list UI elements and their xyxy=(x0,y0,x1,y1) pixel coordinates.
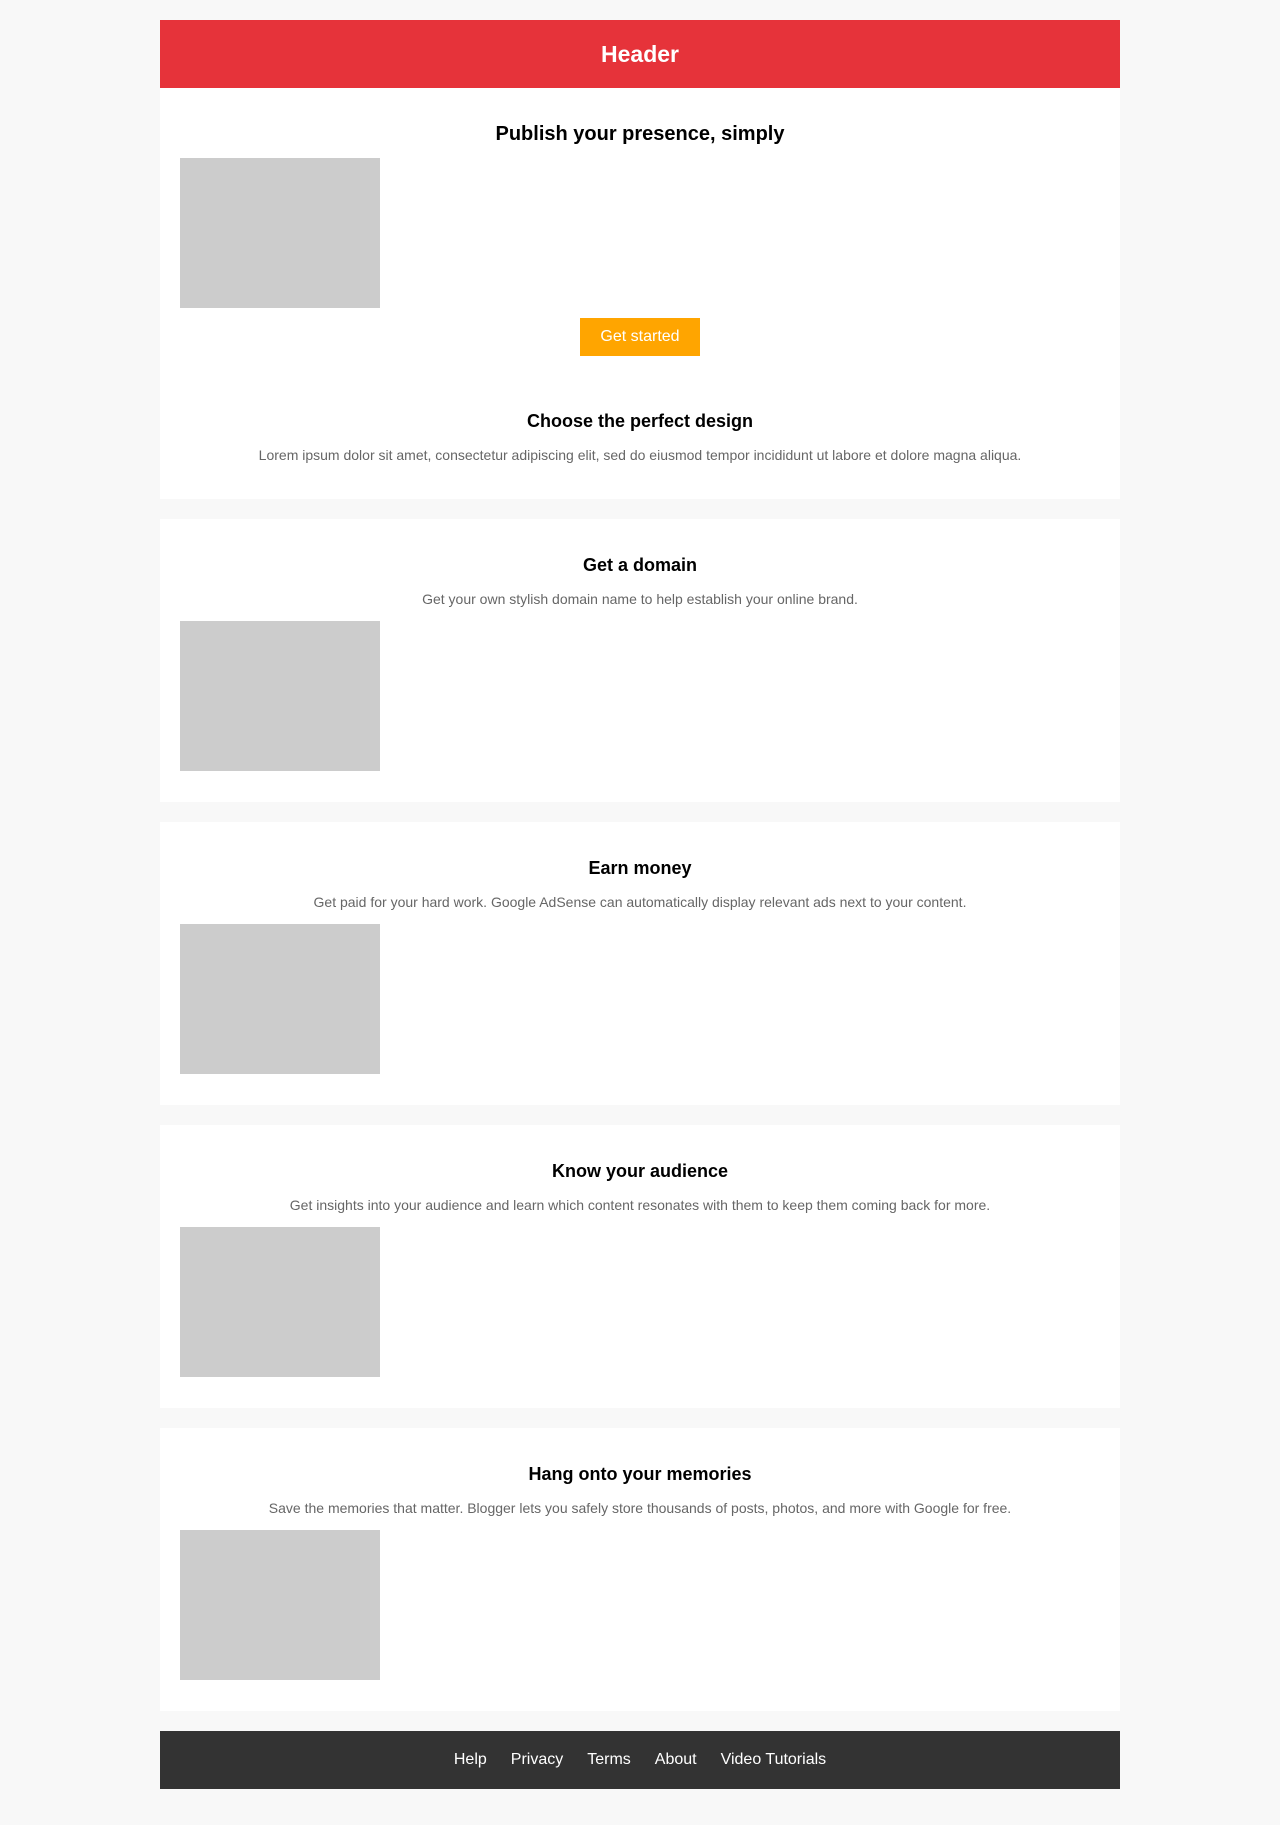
footer-link-privacy[interactable]: Privacy xyxy=(511,1751,563,1769)
site-header: Header xyxy=(160,20,1120,88)
feature-card-domain: Get a domain Get your own stylish domain… xyxy=(160,519,1120,802)
feature-description: Get your own stylish domain name to help… xyxy=(422,591,858,607)
header-title: Header xyxy=(601,40,679,67)
feature-description: Get paid for your hard work. Google AdSe… xyxy=(313,894,967,910)
feature-description: Save the memories that matter. Blogger l… xyxy=(268,1500,1012,1516)
design-section-title: Choose the perfect design xyxy=(526,411,754,431)
footer-link-help[interactable]: Help xyxy=(454,1751,487,1769)
feature-image-placeholder xyxy=(180,1530,380,1680)
page-container: Header Publish your presence, simply Get… xyxy=(160,0,1120,1789)
feature-title: Get a domain xyxy=(582,555,698,575)
footer-link-video-tutorials[interactable]: Video Tutorials xyxy=(721,1751,827,1769)
hero-title: Publish your presence, simply xyxy=(495,123,785,145)
feature-card-audience: Know your audience Get insights into you… xyxy=(160,1125,1120,1408)
feature-image-placeholder xyxy=(180,924,380,1074)
feature-title: Earn money xyxy=(588,858,692,878)
feature-card-memories: Hang onto your memories Save the memorie… xyxy=(160,1428,1120,1711)
footer-link-terms[interactable]: Terms xyxy=(587,1751,631,1769)
hero-section: Publish your presence, simply Get starte… xyxy=(160,88,1120,499)
hero-image-placeholder xyxy=(180,158,380,308)
feature-title: Know your audience xyxy=(551,1161,729,1181)
feature-card-earn-money: Earn money Get paid for your hard work. … xyxy=(160,822,1120,1105)
footer-link-about[interactable]: About xyxy=(655,1751,697,1769)
get-started-button[interactable]: Get started xyxy=(580,318,700,356)
feature-title: Hang onto your memories xyxy=(528,1464,752,1484)
feature-image-placeholder xyxy=(180,1227,380,1377)
site-footer: Help Privacy Terms About Video Tutorials xyxy=(160,1731,1120,1789)
feature-image-placeholder xyxy=(180,621,380,771)
design-section-description: Lorem ipsum dolor sit amet, consectetur … xyxy=(258,447,1022,463)
feature-description: Get insights into your audience and lear… xyxy=(289,1197,991,1213)
